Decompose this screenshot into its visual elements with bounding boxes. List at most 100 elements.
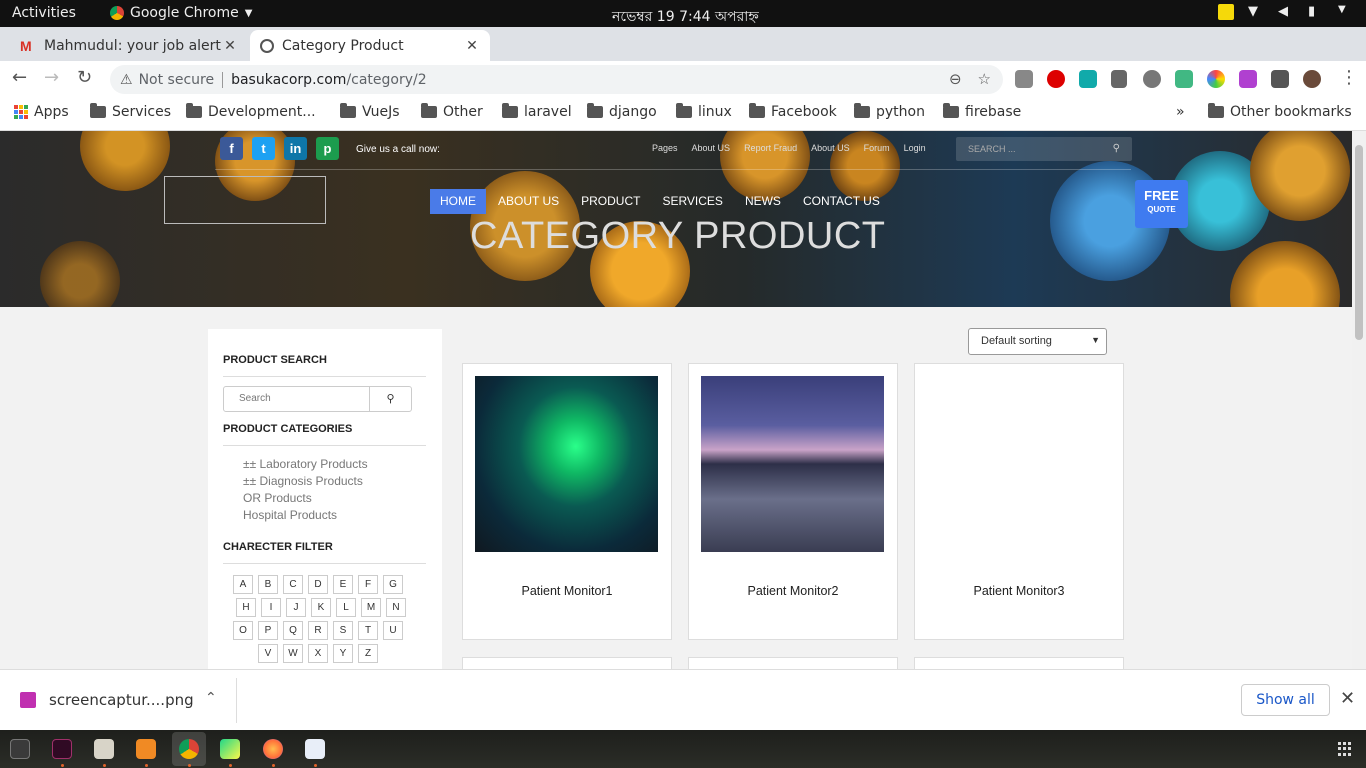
category-hospital[interactable]: Hospital Products [243,508,337,522]
pycharm-icon[interactable] [220,739,240,759]
app-menu[interactable]: Google Chrome ▼ [110,5,252,21]
pinterest-icon[interactable]: p [316,137,339,160]
letter-filter-button[interactable]: D [308,575,328,594]
system-tray[interactable]: ▼ ◀ ▮ ▼ [1218,4,1354,20]
nav-about-us[interactable]: ABOUT US [488,189,569,214]
nav-news[interactable]: NEWS [735,189,791,214]
site-logo[interactable] [164,176,326,224]
letter-filter-button[interactable]: Z [358,644,378,663]
menu-icon[interactable]: ⋮ [1340,67,1358,88]
code-extension-icon[interactable] [1143,70,1161,88]
letter-filter-button[interactable]: Y [333,644,353,663]
wifi-icon[interactable]: ▼ [1248,4,1264,20]
product-search-button[interactable]: ⚲ [369,386,412,412]
not-secure-label[interactable]: Not secure [139,72,215,88]
back-button[interactable]: ← [12,67,27,88]
top-link-forum[interactable]: Forum [864,143,890,153]
letter-filter-button[interactable]: L [336,598,356,617]
free-quote-button[interactable]: FREE QUOTE [1135,180,1188,228]
product-image[interactable] [927,376,1110,552]
close-icon[interactable]: ✕ [464,38,480,54]
product-card[interactable]: Patient Monitor2 [688,363,898,640]
power-menu-icon[interactable]: ▼ [1338,4,1354,20]
feather-extension-icon[interactable] [1239,70,1257,88]
terminal-app-icon[interactable] [52,739,72,759]
product-card[interactable]: Patient Monitor1 [462,363,672,640]
letter-filter-button[interactable]: Q [283,621,303,640]
twitter-icon[interactable]: t [252,137,275,160]
letter-filter-button[interactable]: H [236,598,256,617]
nav-services[interactable]: SERVICES [652,189,732,214]
letter-filter-button[interactable]: R [308,621,328,640]
top-link-about-2[interactable]: About US [811,143,850,153]
bookmarks-overflow-button[interactable]: » [1176,104,1185,120]
letter-filter-button[interactable]: S [333,621,353,640]
letter-filter-button[interactable]: P [258,621,278,640]
files-icon[interactable] [94,739,114,759]
letter-filter-button[interactable]: B [258,575,278,594]
letter-filter-button[interactable]: O [233,621,253,640]
vue-extension-icon[interactable] [1175,70,1193,88]
category-or[interactable]: OR Products [243,491,312,505]
nav-home[interactable]: HOME [430,189,486,214]
address-bar[interactable]: ⚠ Not secure basukacorp.com/category/2 ⊖… [110,65,1003,94]
text-editor-icon[interactable] [305,739,325,759]
move-extension-icon[interactable] [1111,70,1127,88]
search-icon[interactable]: ⚲ [1113,143,1120,154]
letter-filter-button[interactable]: G [383,575,403,594]
adblock-extension-icon[interactable] [1047,70,1065,88]
letter-filter-button[interactable]: T [358,621,378,640]
chevron-up-icon[interactable]: ⌃ [205,690,217,706]
site-search-input[interactable]: SEARCH ... ⚲ [956,137,1132,161]
letter-filter-button[interactable]: U [383,621,403,640]
linkedin-icon[interactable]: in [284,137,307,160]
reload-button[interactable]: ↻ [77,67,92,88]
show-all-button[interactable]: Show all [1241,684,1330,716]
bookmark-folder[interactable]: VueJs [340,103,400,120]
forward-button[interactable]: → [44,67,59,88]
bookmark-folder[interactable]: Other [421,103,483,120]
sort-select[interactable]: Default sorting ▼ [968,328,1107,355]
product-card[interactable] [688,657,898,669]
puzzle-extension-icon[interactable] [1271,70,1289,88]
star-icon[interactable]: ☆ [978,70,991,88]
sublime-icon[interactable] [136,739,156,759]
zoom-icon[interactable]: ⊖ [949,70,962,88]
letter-filter-button[interactable]: C [283,575,303,594]
letter-filter-button[interactable]: A [233,575,253,594]
category-laboratory[interactable]: ±± Laboratory Products [243,457,368,471]
category-diagnosis[interactable]: ±± Diagnosis Products [243,474,363,488]
warning-icon[interactable]: ⚠ [120,72,133,88]
letter-filter-button[interactable]: M [361,598,381,617]
chrome-icon[interactable] [179,739,199,759]
letter-filter-button[interactable]: V [258,644,278,663]
letter-filter-button[interactable]: N [386,598,406,617]
mail-extension-icon[interactable] [1079,70,1097,88]
product-name[interactable]: Patient Monitor2 [689,584,897,598]
bookmark-folder[interactable]: laravel [502,103,572,120]
camera-extension-icon[interactable] [1015,70,1033,88]
notes-icon[interactable] [1218,4,1234,20]
terminal-icon[interactable] [10,739,30,759]
firefox-icon[interactable] [263,739,283,759]
bookmark-folder[interactable]: firebase [943,103,1021,120]
product-image[interactable] [475,376,658,552]
top-link-pages[interactable]: Pages [652,143,678,153]
top-link-about[interactable]: About US [692,143,731,153]
product-name[interactable]: Patient Monitor3 [915,584,1123,598]
letter-filter-button[interactable]: E [333,575,353,594]
close-icon[interactable]: ✕ [1340,688,1355,709]
letter-filter-button[interactable]: K [311,598,331,617]
volume-icon[interactable]: ◀ [1278,4,1294,20]
scrollbar-thumb[interactable] [1355,145,1363,340]
profile-avatar[interactable] [1303,70,1321,88]
bookmark-folder[interactable]: django [587,103,657,120]
bookmark-apps[interactable]: Apps [14,104,69,120]
letter-filter-button[interactable]: I [261,598,281,617]
product-search-input[interactable]: Search [223,386,370,412]
letter-filter-button[interactable]: W [283,644,303,663]
bookmark-other[interactable]: Other bookmarks [1208,103,1352,120]
product-card[interactable] [462,657,672,669]
tab-gmail[interactable]: M Mahmudul: your job alert ✕ [10,30,248,61]
activities-button[interactable]: Activities [12,5,76,21]
